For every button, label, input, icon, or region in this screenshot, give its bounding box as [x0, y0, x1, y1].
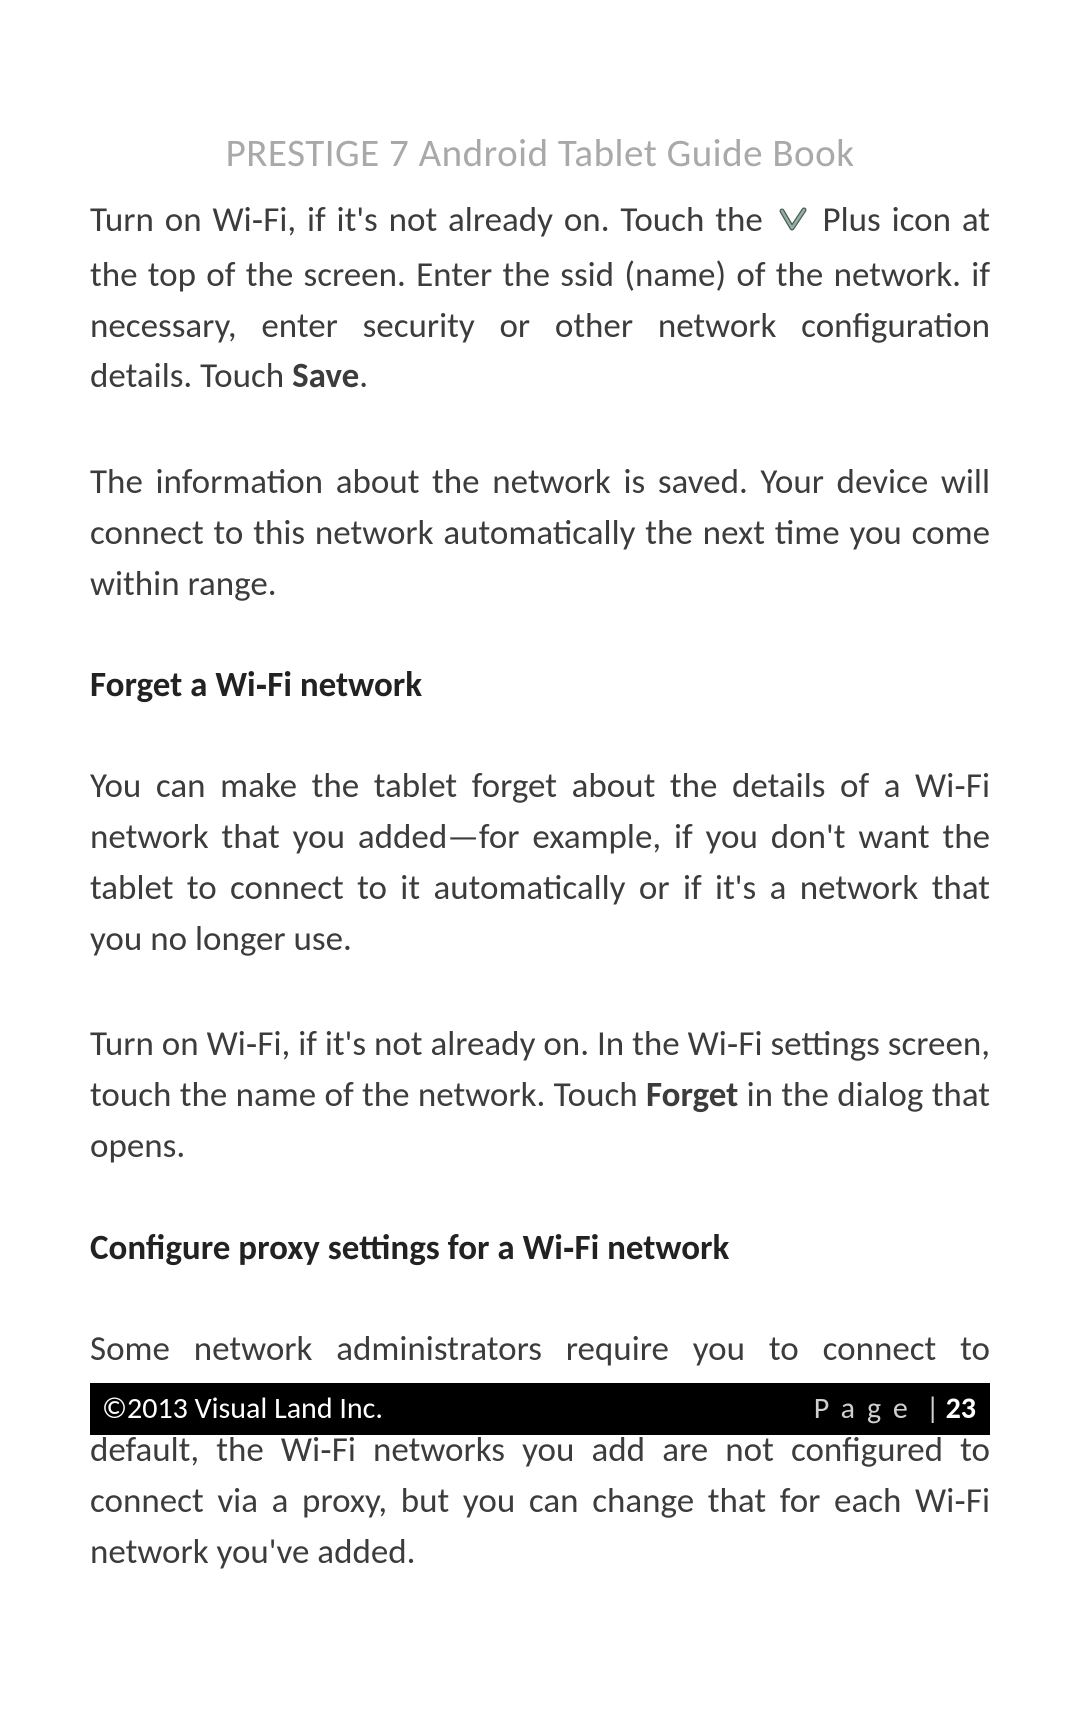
divider: | — [926, 1390, 940, 1427]
paragraph-info-saved: The information about the network is sav… — [90, 457, 990, 609]
paragraph-proxy-desc: Some network administrators require you … — [90, 1324, 990, 1578]
heading-proxy-settings: Configure proxy settings for a Wi‐Fi net… — [90, 1227, 990, 1269]
bold-forget: Forget — [646, 1074, 738, 1116]
bold-save: Save — [292, 355, 359, 397]
heading-forget-network: Forget a Wi‐Fi network — [90, 664, 990, 706]
copyright-text: ©2013 Visual Land Inc. — [102, 1390, 383, 1427]
page-number: 23 — [946, 1390, 976, 1427]
page-indicator: Page|23 — [814, 1390, 976, 1427]
paragraph-forget-desc: You can make the tablet forget about the… — [90, 761, 990, 964]
paragraph-add-network: Turn on Wi‐Fi, if it's not already on. T… — [90, 195, 990, 402]
page-title: PRESTIGE 7 Android Tablet Guide Book — [90, 130, 990, 177]
page-word: Page — [814, 1390, 920, 1427]
v-checkmark-icon — [778, 199, 808, 250]
text-segment: Turn on Wi‐Fi, if it's not already on. T… — [90, 199, 763, 241]
text-segment: . — [359, 355, 368, 397]
page-footer: ©2013 Visual Land Inc. Page|23 — [90, 1383, 990, 1435]
paragraph-forget-steps: Turn on Wi‐Fi, if it's not already on. I… — [90, 1019, 990, 1171]
